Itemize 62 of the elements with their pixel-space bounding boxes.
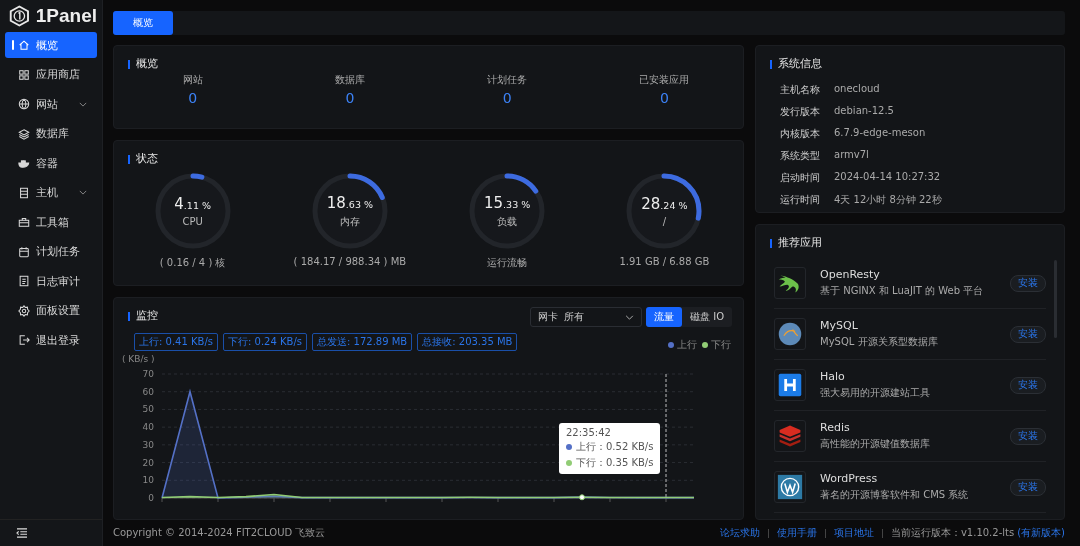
gauge-detail: ( 0.16 / 4 ) 核 [159,256,226,270]
tooltip-row: 下行：0.35 KB/s [566,456,654,470]
app-name: OpenResty [820,268,881,281]
gauge-label: / [662,216,667,227]
app-description: MySQL 开源关系型数据库 [820,335,939,349]
app-description: 著名的开源博客软件和 CMS 系统 [820,488,970,502]
info-label: 主机名称 [780,83,821,97]
axis-label: 20 [142,457,154,468]
gauge-label: 内存 [339,214,360,229]
app-name: Halo [820,370,846,383]
app-name: MySQL [820,319,859,332]
stat-tag: 上行: 0.41 KB/s [134,333,218,351]
axis-label: 0 [148,493,154,503]
app-description: 高性能的开源键值数据库 [820,437,931,451]
card-title: 状态 [136,152,158,166]
info-value: 4天 12小时 8分钟 22秒 [834,193,942,207]
axis-unit: ( KB/s ) [122,354,155,364]
info-label: 运行时间 [780,193,821,207]
stat-label: 已安装应用 [639,73,690,87]
gauge-label: CPU [182,216,203,227]
stat-label: 计划任务 [487,73,528,87]
info-value: 6.7.9-edge-meson [834,127,926,140]
gauge-value: 18.63 % [326,193,373,212]
gauge-value: 4.11 % [174,195,211,213]
app-name: WordPress [820,472,879,485]
stat-tag: 总接收: 203.35 MB [417,333,518,351]
stat-label: 数据库 [334,73,365,87]
gauge-value: 15.33 % [484,193,531,212]
axis-label: 60 [142,386,154,397]
axis-label: 40 [142,422,154,433]
tooltip-time: 22:35:42 [566,427,612,438]
version-text: 当前运行版本：v1.10.2-lts [890,526,1015,540]
app-description: 基于 NGINX 和 LuaJIT 的 Web 平台 [820,284,985,298]
info-label: 发行版本 [780,105,821,119]
card-title: 监控 [136,309,158,323]
card-title: 推荐应用 [778,236,822,250]
axis-label: 70 [142,369,154,379]
info-value: 2024-04-14 10:27:32 [834,171,941,184]
info-value: debian-12.5 [834,105,894,118]
gauge-detail: 运行流畅 [487,256,528,270]
axis-label: 10 [142,475,154,486]
gauge-detail: 1.91 GB / 6.88 GB [619,256,710,267]
gauge-detail: ( 184.17 / 988.34 ) MB [293,256,407,267]
stat-label: 网站 [182,73,203,87]
brand-name: 1Panel [35,5,97,27]
axis-label: 50 [142,404,154,415]
gauge-label: 负载 [497,214,518,229]
info-value: onecloud [834,83,880,96]
info-label: 内核版本 [780,127,821,141]
tooltip-row: 上行：0.52 KB/s [566,440,654,454]
gauge-value: 28.24 % [641,195,688,213]
card-title: 系统信息 [778,57,822,71]
axis-label: 30 [142,439,154,450]
stat-tag: 总发送: 172.89 MB [312,333,413,351]
app-description: 强大易用的开源建站工具 [820,386,931,400]
info-value: armv7l [834,149,869,162]
stat-tag: 下行: 0.24 KB/s [223,333,307,351]
copyright-text: Copyright © 2014-2024 FIT2CLOUD 飞致云 [113,526,326,540]
card-title: 概览 [136,57,158,71]
info-label: 启动时间 [780,171,821,185]
app-name: Redis [820,421,851,434]
info-label: 系统类型 [780,149,821,163]
